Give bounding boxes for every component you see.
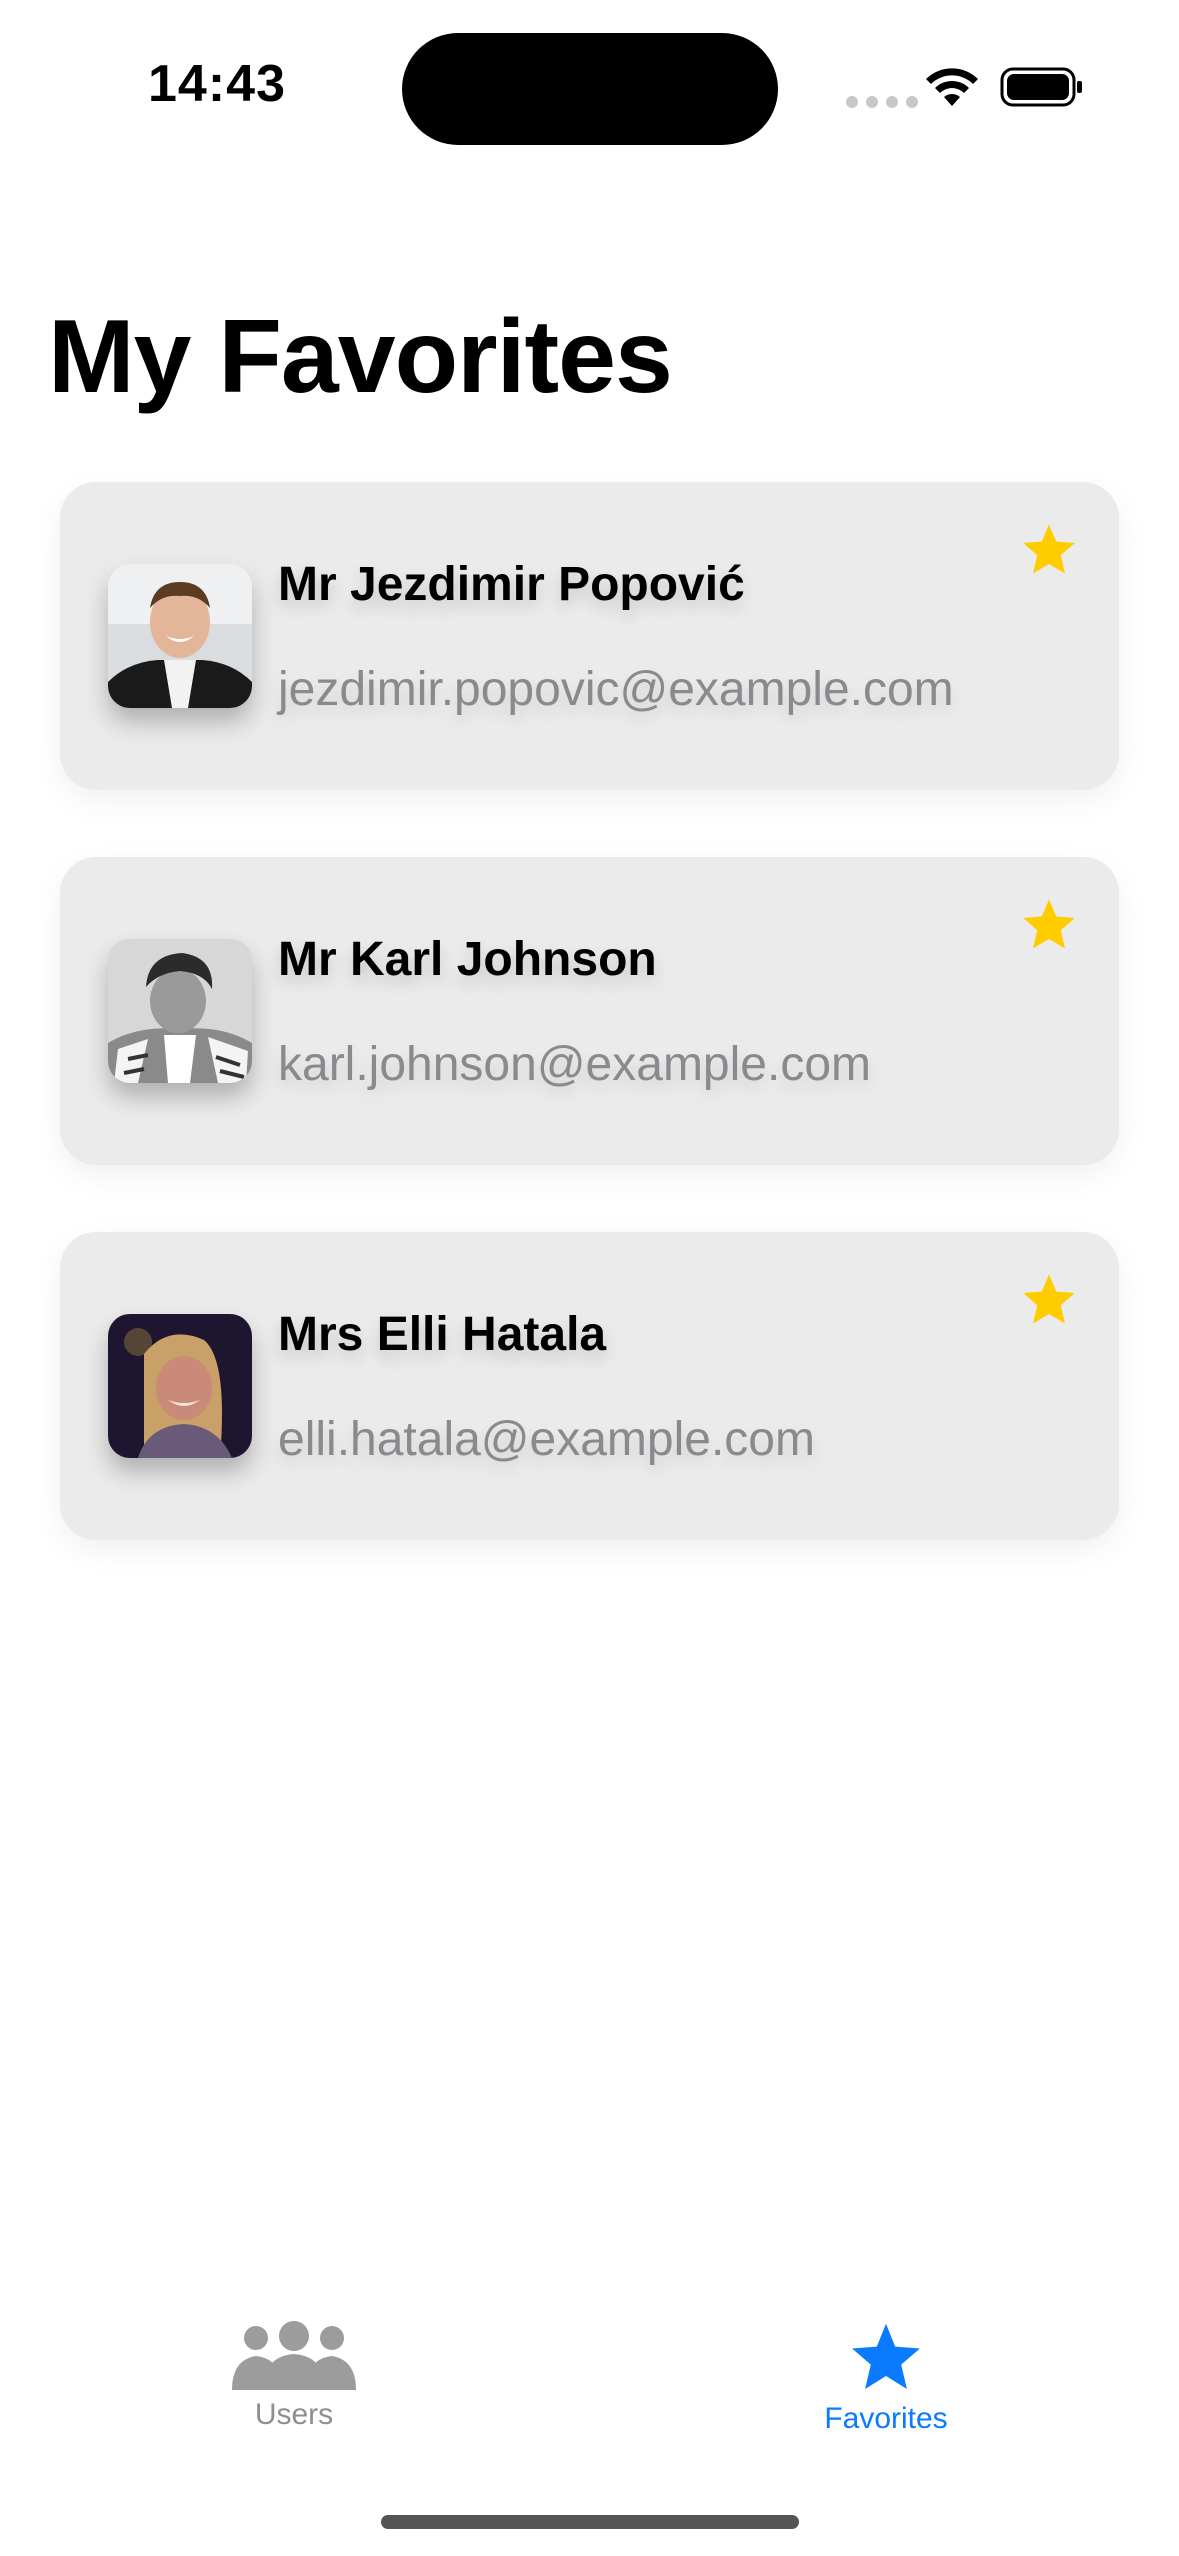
user-email: karl.johnson@example.com	[278, 1038, 871, 1091]
status-bar: 14:43	[0, 0, 1179, 170]
star-icon[interactable]	[1019, 895, 1079, 955]
user-name: Mr Karl Johnson	[278, 933, 657, 986]
page-title: My Favorites	[48, 299, 673, 415]
user-name: Mrs Elli Hatala	[278, 1308, 607, 1361]
avatar	[108, 1314, 252, 1458]
users-icon	[232, 2321, 356, 2390]
tab-favorites[interactable]: Favorites	[736, 2320, 1036, 2460]
tab-users-label: Users	[254, 2398, 334, 2431]
avatar	[108, 564, 252, 708]
star-icon[interactable]	[1019, 1270, 1079, 1330]
tab-users[interactable]: Users	[144, 2320, 444, 2460]
user-email: elli.hatala@example.com	[278, 1413, 815, 1466]
avatar	[108, 939, 252, 1083]
user-card[interactable]: Mr Jezdimir Popović jezdimir.popovic@exa…	[60, 482, 1119, 790]
tab-favorites-label: Favorites	[824, 2402, 948, 2435]
tab-bar: Users Favorites	[0, 2300, 1179, 2460]
battery-icon	[1000, 67, 1082, 107]
user-card[interactable]: Mrs Elli Hatala elli.hatala@example.com	[60, 1232, 1119, 1540]
dynamic-island	[402, 33, 778, 145]
star-icon	[852, 2323, 920, 2390]
user-name: Mr Jezdimir Popović	[278, 558, 745, 611]
favorites-list: Mr Jezdimir Popović jezdimir.popovic@exa…	[60, 482, 1119, 1607]
user-card[interactable]: Mr Karl Johnson karl.johnson@example.com	[60, 857, 1119, 1165]
star-icon[interactable]	[1019, 520, 1079, 580]
cellular-signal-icon	[846, 96, 918, 108]
status-time: 14:43	[148, 55, 286, 113]
user-email: jezdimir.popovic@example.com	[278, 663, 954, 716]
home-indicator[interactable]	[381, 2515, 799, 2529]
wifi-icon	[926, 68, 978, 106]
